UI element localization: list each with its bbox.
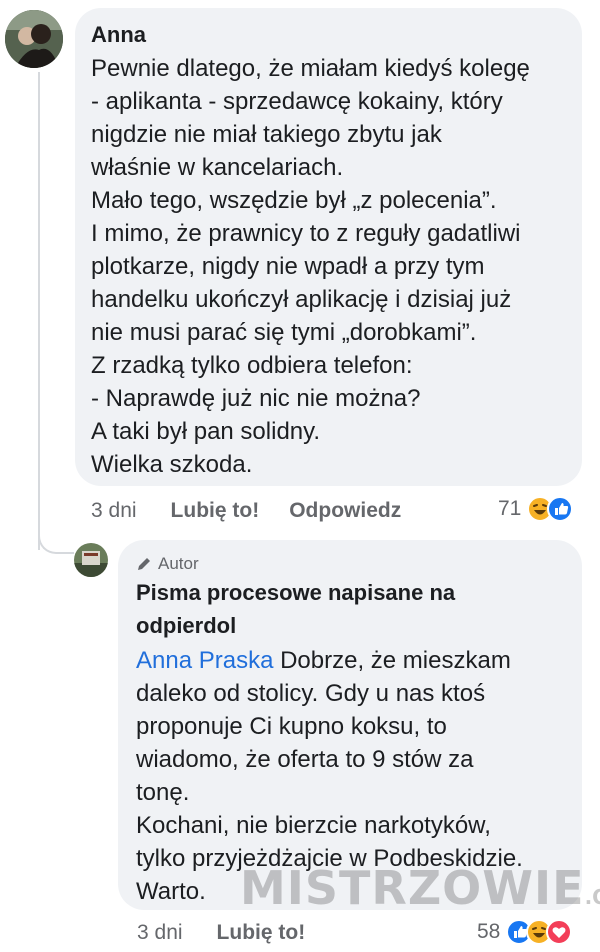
pencil-icon xyxy=(138,558,150,570)
reply-button[interactable]: Odpowiedz xyxy=(289,499,401,523)
like-reaction-icon xyxy=(547,496,574,522)
author-badge: Autor xyxy=(136,554,566,574)
comment-text: Pewnie dlatego, że miałam kiedyś kolegę … xyxy=(91,55,530,478)
reply-reaction-summary[interactable]: 58 xyxy=(477,917,573,947)
comment-time[interactable]: 3 dni xyxy=(91,499,137,523)
reply-bubble: Autor Pisma procesowe napisane na odpier… xyxy=(118,540,582,910)
like-button[interactable]: Lubię to! xyxy=(217,921,306,945)
comment-actions: 3 dni Lubię to! Odpowiedz xyxy=(91,496,401,526)
avatar-photo-icon xyxy=(74,543,108,577)
reply-actions: 3 dni Lubię to! xyxy=(137,918,305,948)
like-button[interactable]: Lubię to! xyxy=(171,499,260,523)
avatar-photo-icon xyxy=(5,10,63,68)
reaction-summary[interactable]: 71 xyxy=(498,494,574,524)
thread-line-curve xyxy=(38,530,74,554)
comment-author[interactable]: Anna xyxy=(91,22,566,48)
mention-link[interactable]: Anna Praska xyxy=(136,647,273,674)
reply-time[interactable]: 3 dni xyxy=(137,921,183,945)
author-badge-label: Autor xyxy=(158,554,199,573)
thread-line-vertical xyxy=(38,72,40,550)
avatar[interactable] xyxy=(5,10,63,68)
watermark-logo: MISTRZOWIE.ORG xyxy=(240,861,600,915)
love-reaction-icon xyxy=(546,919,573,945)
comment-bubble: Anna Pewnie dlatego, że miałam kiedyś ko… xyxy=(75,8,582,486)
reply-author[interactable]: Pisma procesowe napisane na odpierdol xyxy=(136,576,566,642)
reaction-count: 58 xyxy=(477,920,501,943)
reaction-count: 71 xyxy=(498,497,522,520)
reply-avatar[interactable] xyxy=(74,543,108,577)
